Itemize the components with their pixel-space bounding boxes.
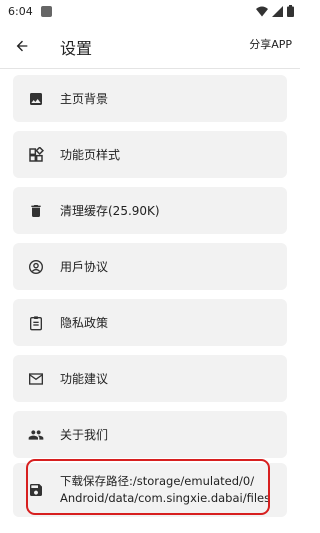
menu-item-home-background[interactable]: 主页背景 (13, 75, 287, 122)
download-path-line1: 下载保存路径:/storage/emulated/0/ (60, 474, 255, 488)
menu-item-label: 关于我们 (60, 428, 109, 442)
arrow-back-icon (16, 40, 28, 52)
assignment-icon (27, 314, 45, 332)
signal-icon (272, 5, 283, 17)
menu-item-label: 主页背景 (60, 92, 109, 106)
save-icon (27, 481, 45, 499)
battery-icon (287, 5, 294, 17)
status-time: 6:04 (8, 4, 33, 18)
menu-item-label: 清理缓存(25.90K) (60, 204, 160, 218)
back-button[interactable] (10, 34, 34, 58)
image-icon (27, 90, 45, 108)
menu-item-function-style[interactable]: 功能页样式 (13, 131, 287, 178)
menu-item-download-path[interactable]: 下载保存路径:/storage/emulated/0/ Android/data… (13, 463, 287, 517)
trash-icon (27, 202, 45, 220)
download-path-label: 下载保存路径:/storage/emulated/0/ Android/data… (60, 473, 270, 507)
download-path-line2: Android/data/com.singxie.dabai/files (60, 491, 271, 505)
notification-icon (40, 5, 52, 17)
menu-item-about-us[interactable]: 关于我们 (13, 411, 287, 458)
page-title: 设置 (60, 39, 93, 58)
menu-item-user-agreement[interactable]: 用戶协议 (13, 243, 287, 290)
menu-item-label: 用戶协议 (60, 260, 109, 274)
menu-item-feedback[interactable]: 功能建议 (13, 355, 287, 402)
menu-item-label: 功能页样式 (60, 148, 121, 162)
account-circle-icon (27, 258, 45, 276)
app-bar: 设置 分享APP (0, 22, 300, 70)
mail-icon (27, 370, 45, 388)
people-icon (27, 426, 45, 444)
app-bar-divider (0, 68, 300, 69)
menu-item-label: 功能建议 (60, 372, 109, 386)
share-app-button[interactable]: 分享APP (249, 36, 292, 52)
menu-item-privacy-policy[interactable]: 隐私政策 (13, 299, 287, 346)
wifi-icon (256, 6, 268, 16)
status-icons (256, 5, 294, 17)
menu-item-clear-cache[interactable]: 清理缓存(25.90K) (13, 187, 287, 234)
status-bar: 6:04 (0, 0, 300, 22)
menu-item-label: 隐私政策 (60, 316, 109, 330)
dashboard-icon (27, 146, 45, 164)
